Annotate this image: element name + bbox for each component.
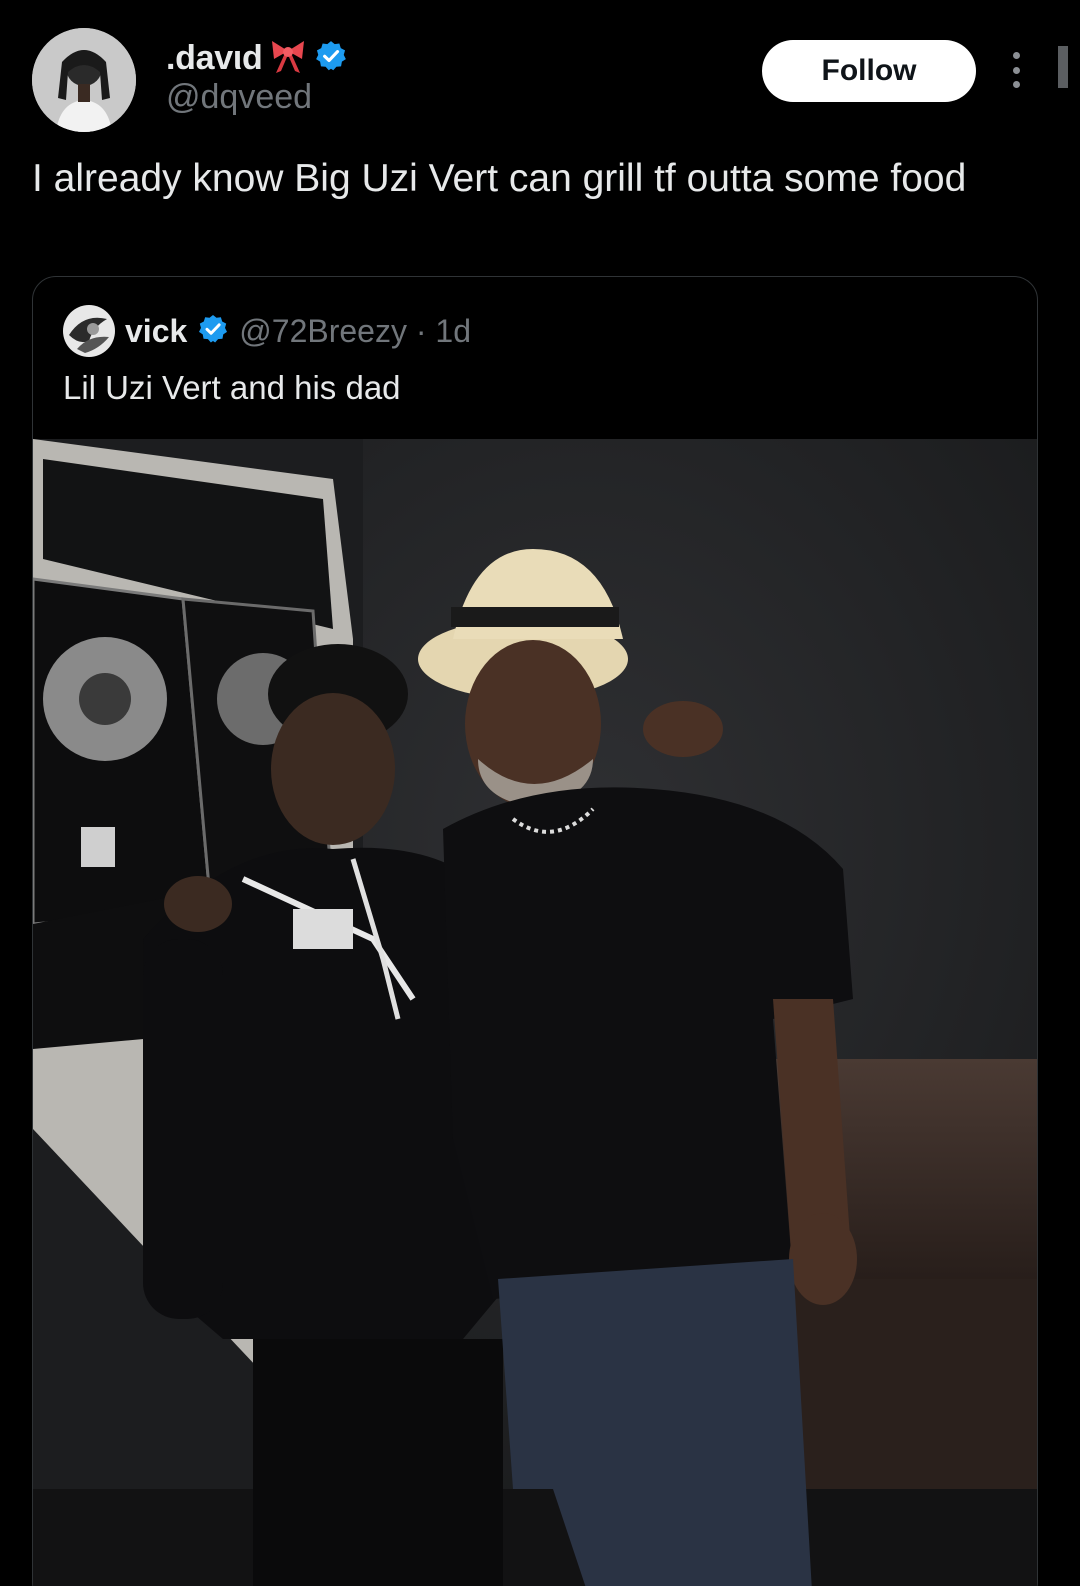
quoted-tweet-header: vick @72Breezy · 1d — [63, 303, 471, 359]
tweet: .davιd @dqveed Follow I already know Big… — [0, 0, 1080, 1586]
verified-badge-icon — [314, 39, 348, 78]
tweet-text: I already know Big Uzi Vert can grill tf… — [32, 157, 967, 200]
ribbon-icon — [268, 37, 308, 80]
quoted-tweet-photo[interactable] — [33, 439, 1037, 1586]
scrollbar[interactable] — [1058, 46, 1068, 88]
quoted-tweet-card[interactable]: vick @72Breezy · 1d Lil Uzi Vert and his… — [32, 276, 1038, 1586]
follow-button[interactable]: Follow — [762, 40, 976, 102]
author-handle[interactable]: @dqveed — [166, 78, 312, 117]
verified-badge-icon — [197, 313, 229, 350]
author-display-name[interactable]: .davιd — [166, 39, 263, 78]
quoted-tweet-text: Lil Uzi Vert and his dad — [63, 369, 401, 406]
quoted-tweet-meta: @72Breezy · 1d — [239, 312, 471, 349]
quoted-author-avatar[interactable] — [63, 305, 115, 357]
more-options-icon[interactable] — [1004, 48, 1028, 92]
author-avatar[interactable] — [32, 28, 136, 132]
author-name-row: .davιd — [166, 36, 348, 80]
quoted-author-display-name[interactable]: vick — [125, 313, 187, 350]
